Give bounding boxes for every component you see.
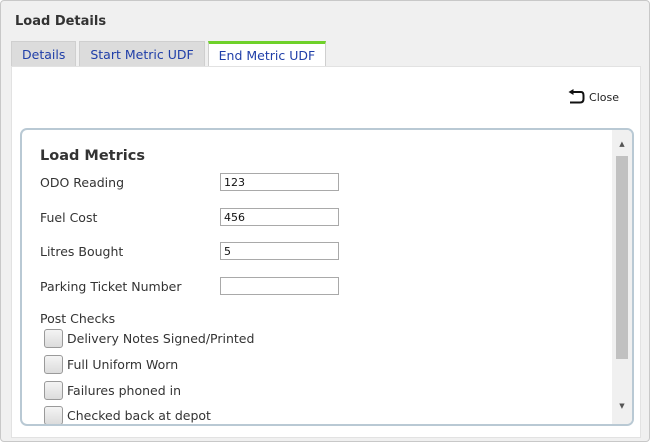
litres-bought-label: Litres Bought: [40, 244, 124, 259]
checkbox[interactable]: [44, 355, 63, 374]
tab-start-metric-udf[interactable]: Start Metric UDF: [79, 41, 205, 66]
fuel-cost-input[interactable]: [220, 208, 339, 226]
dialog-title: Load Details: [15, 14, 107, 29]
check-full-uniform[interactable]: Full Uniform Worn: [44, 355, 178, 374]
check-delivery-notes[interactable]: Delivery Notes Signed/Printed: [44, 329, 254, 348]
post-checks-label: Post Checks: [40, 311, 116, 326]
scroll-thumb[interactable]: [616, 156, 628, 359]
tab-end-metric-udf[interactable]: End Metric UDF: [207, 41, 327, 67]
panel-title: Load Metrics: [40, 148, 145, 164]
check-failures-phoned[interactable]: Failures phoned in: [44, 381, 181, 400]
parking-ticket-input[interactable]: [220, 277, 339, 295]
scroll-up-icon[interactable]: ▲: [612, 136, 632, 153]
vertical-scrollbar[interactable]: ▲ ▼: [612, 130, 632, 424]
checkbox[interactable]: [44, 329, 63, 348]
scroll-down-icon[interactable]: ▼: [612, 398, 632, 415]
check-checked-back[interactable]: Checked back at depot: [44, 406, 211, 424]
tab-content: Close Load Metrics ODO Reading Fuel Cost…: [11, 66, 641, 438]
fuel-cost-label: Fuel Cost: [40, 210, 98, 225]
load-metrics-panel: Load Metrics ODO Reading Fuel Cost Litre…: [20, 128, 634, 426]
tab-details[interactable]: Details: [11, 41, 77, 66]
undo-arrow-icon: [568, 89, 585, 104]
litres-bought-input[interactable]: [220, 242, 339, 260]
odo-reading-input[interactable]: [220, 173, 339, 191]
checkbox[interactable]: [44, 406, 63, 424]
odo-reading-label: ODO Reading: [40, 175, 125, 190]
check-label: Full Uniform Worn: [67, 357, 179, 372]
load-details-dialog: Load Details Details Start Metric UDF En…: [0, 0, 650, 442]
parking-ticket-label: Parking Ticket Number: [40, 279, 182, 294]
panel-scroll-area: Load Metrics ODO Reading Fuel Cost Litre…: [22, 130, 612, 424]
close-label: Close: [589, 90, 619, 104]
close-button[interactable]: Close: [567, 89, 619, 105]
check-label: Checked back at depot: [67, 408, 211, 423]
checkbox[interactable]: [44, 381, 63, 400]
check-label: Failures phoned in: [67, 383, 182, 398]
check-label: Delivery Notes Signed/Printed: [67, 331, 255, 346]
tab-bar: Details Start Metric UDF End Metric UDF: [11, 41, 327, 67]
